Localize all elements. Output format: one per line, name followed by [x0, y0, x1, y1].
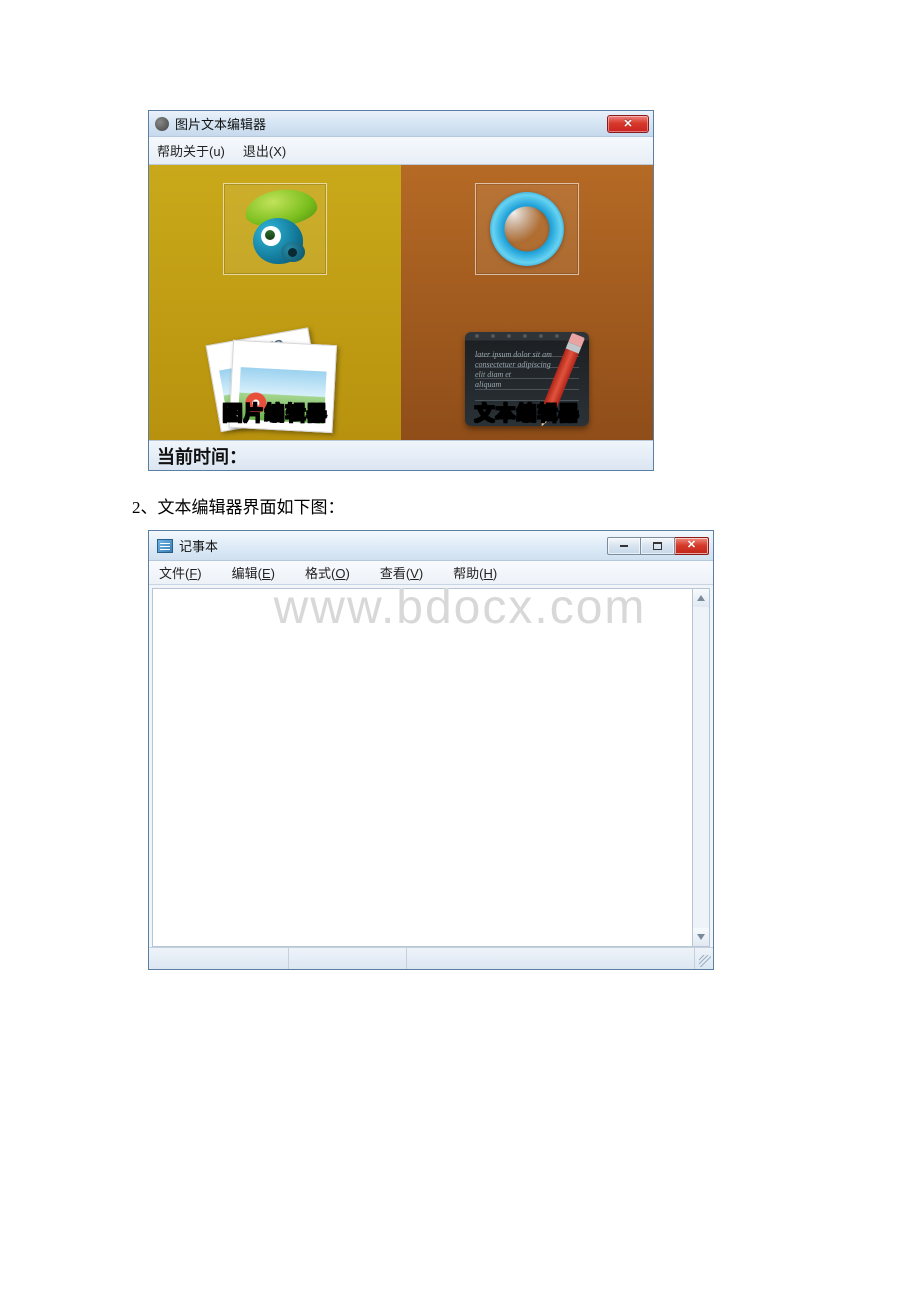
window-controls: ✕ [607, 537, 709, 555]
minimize-icon [620, 545, 628, 547]
image-text-editor-window: 图片文本编辑器 ✕ 帮助关于(u) 退出(X) [148, 110, 654, 471]
green-hat-character-icon [235, 194, 315, 264]
scroll-down-button[interactable] [693, 928, 709, 946]
menu-help[interactable]: 帮助(H) [453, 563, 497, 582]
menu-help-about[interactable]: 帮助关于(u) [157, 141, 225, 160]
window-title: 图片文本编辑器 [175, 114, 266, 133]
menu-file[interactable]: 文件(F) [159, 563, 202, 582]
content-area: PHOTO 图片编辑器 [149, 165, 653, 440]
close-icon: ✕ [623, 117, 632, 130]
app-icon [155, 117, 169, 131]
menu-edit[interactable]: 编辑(E) [232, 563, 275, 582]
vertical-scrollbar[interactable] [692, 588, 710, 947]
panel-image-editor: PHOTO 图片编辑器 [149, 165, 401, 440]
status-cell-3 [407, 948, 695, 969]
statusbar: 当前时间： [149, 440, 653, 470]
editor-body [149, 585, 713, 947]
menubar: 帮助关于(u) 退出(X) [149, 137, 653, 165]
menu-view[interactable]: 查看(V) [380, 563, 423, 582]
image-editor-caption: 图片编辑器 [223, 397, 328, 426]
menubar: 文件(F) 编辑(E) 格式(O) 查看(V) 帮助(H) [149, 561, 713, 585]
titlebar[interactable]: 图片文本编辑器 ✕ [149, 111, 653, 137]
text-area[interactable] [152, 588, 692, 947]
image-editor-tile[interactable]: PHOTO 图片编辑器 [207, 324, 343, 426]
close-button[interactable]: ✕ [675, 537, 709, 555]
close-icon: ✕ [687, 540, 696, 551]
maximize-button[interactable] [641, 537, 675, 555]
minimize-button[interactable] [607, 537, 641, 555]
text-editor-tile[interactable]: later ipsum dolor sit amconsectetuer adi… [459, 324, 595, 426]
status-cell-1 [149, 948, 289, 969]
menu-exit[interactable]: 退出(X) [243, 141, 286, 160]
menu-format[interactable]: 格式(O) [305, 563, 350, 582]
panel-text-editor: later ipsum dolor sit amconsectetuer adi… [401, 165, 653, 440]
maximize-icon [653, 542, 662, 550]
character-icon-frame[interactable] [223, 183, 327, 275]
close-button[interactable]: ✕ [607, 115, 649, 133]
window-title: 记事本 [179, 536, 218, 555]
status-cell-2 [289, 948, 407, 969]
titlebar[interactable]: 记事本 ✕ [149, 531, 713, 561]
notepad-app-icon [157, 539, 173, 553]
scroll-up-button[interactable] [693, 589, 709, 607]
notepad-window: 记事本 ✕ 文件(F) 编辑(E) 格式(O) 查看(V) 帮助(H) [148, 530, 714, 970]
resize-grip[interactable] [695, 948, 713, 969]
statusbar [149, 947, 713, 969]
current-time-label: 当前时间： [157, 443, 247, 469]
chevron-up-icon [697, 595, 705, 601]
section-caption: 2、文本编辑器界面如下图： [132, 493, 920, 518]
blue-ring-icon [490, 192, 564, 266]
ring-icon-frame[interactable] [475, 183, 579, 275]
text-editor-caption: 文本编辑器 [475, 397, 580, 426]
chevron-down-icon [697, 934, 705, 940]
